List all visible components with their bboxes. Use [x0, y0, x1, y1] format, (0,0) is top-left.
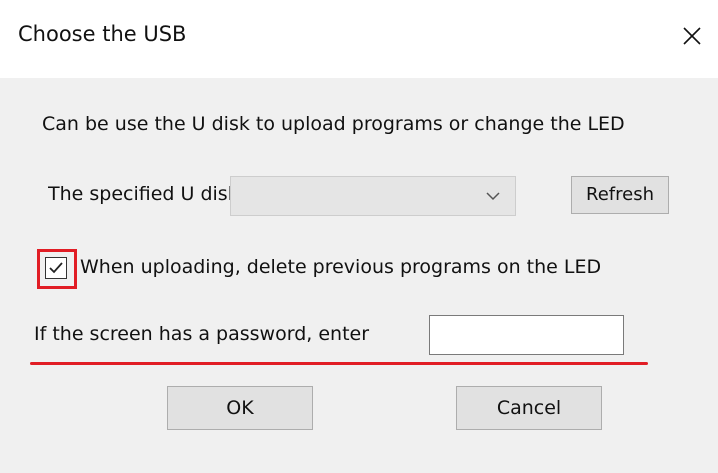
udisk-label: The specified U disk [48, 183, 230, 205]
delete-previous-label[interactable]: When uploading, delete previous programs… [80, 256, 676, 278]
refresh-button[interactable]: Refresh [571, 176, 669, 214]
password-input[interactable] [429, 315, 624, 355]
cancel-button[interactable]: Cancel [456, 386, 602, 430]
title-bar: Choose the USB [0, 0, 718, 78]
close-icon [683, 27, 701, 45]
checkmark-icon [49, 262, 63, 274]
dialog-title: Choose the USB [18, 22, 187, 46]
delete-previous-checkbox[interactable] [45, 257, 67, 279]
chevron-down-icon [486, 192, 500, 201]
ok-button[interactable]: OK [167, 386, 313, 430]
password-highlight-underline [30, 362, 648, 365]
password-label: If the screen has a password, enter [34, 323, 370, 345]
choose-usb-dialog: Choose the USB Can be use the U disk to … [0, 0, 718, 473]
close-button[interactable] [672, 16, 712, 56]
udisk-select[interactable] [230, 176, 516, 216]
description-text: Can be use the U disk to upload programs… [42, 113, 625, 135]
